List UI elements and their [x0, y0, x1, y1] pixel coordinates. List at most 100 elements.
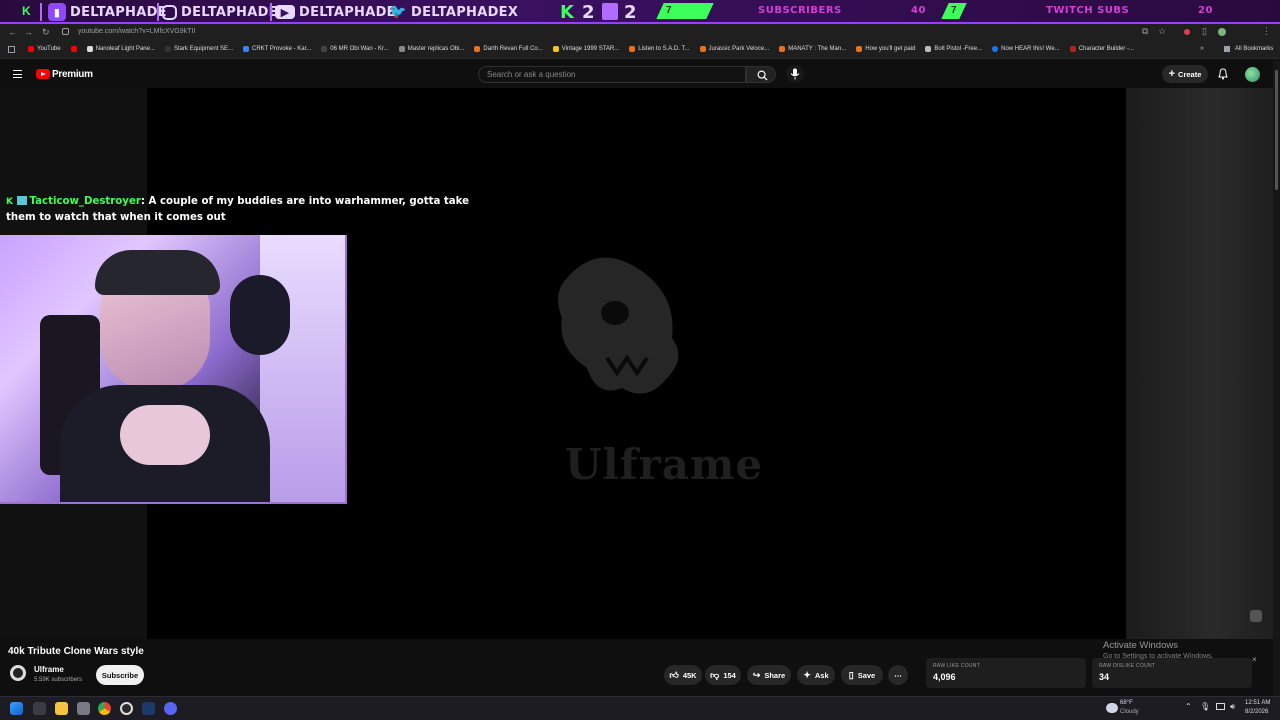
bookmark-item[interactable]: [70, 46, 77, 52]
bookmark-item[interactable]: Stark Equipment SE...: [164, 46, 233, 52]
youtube-favicon-icon: [70, 46, 77, 52]
extensions-icon[interactable]: ⧉: [1142, 26, 1148, 37]
stream-overlay-banner: K ▮ DELTAPHADE DELTAPHADE ▶ DELTAPHADE 🐦…: [0, 0, 1280, 24]
bookmark-item[interactable]: Vintage 1999 STAR...: [552, 46, 619, 52]
save-button[interactable]: ▯ Save: [841, 665, 883, 685]
chat-username: Tacticow_Destroyer: [29, 196, 141, 207]
chrome-icon[interactable]: [98, 702, 111, 715]
activate-windows-subtitle: Go to Settings to activate Windows.: [1103, 653, 1214, 660]
voice-search-button[interactable]: [786, 65, 804, 83]
scrollbar[interactable]: [1273, 60, 1280, 696]
like-button[interactable]: 👍︎ 45K: [664, 665, 702, 685]
raw-like-value: 4,096: [933, 672, 956, 682]
more-bookmarks-icon[interactable]: »: [1200, 45, 1204, 52]
raw-dislike-value: 34: [1099, 672, 1110, 682]
youtube-premium-logo[interactable]: Premium: [52, 69, 93, 80]
obs-icon[interactable]: [120, 702, 133, 715]
subscribe-button[interactable]: Subscribe: [96, 665, 144, 685]
volume-icon[interactable]: 🔊︎: [1230, 702, 1235, 712]
notifications-bell-icon[interactable]: [1218, 68, 1228, 80]
bookmark-label: How you'll get paid: [865, 46, 916, 52]
file-explorer-icon[interactable]: [55, 702, 68, 715]
discord-icon[interactable]: [164, 702, 177, 715]
taskbar-app-icon[interactable]: [77, 702, 90, 715]
create-button[interactable]: + Create: [1162, 65, 1208, 83]
reload-icon[interactable]: ↻: [42, 27, 50, 38]
forward-icon[interactable]: →: [24, 27, 33, 37]
dislike-button[interactable]: 👎︎ 154: [705, 665, 741, 685]
twitch-handle: ▮ DELTAPHADE: [48, 2, 167, 22]
clock-date[interactable]: 8/2/2026: [1245, 709, 1268, 715]
apps-icon[interactable]: [8, 46, 15, 53]
create-label: Create: [1178, 69, 1202, 79]
all-bookmarks-link[interactable]: All Bookmarks: [1235, 46, 1273, 52]
streamer-webcam: [0, 235, 347, 504]
task-view-icon[interactable]: [33, 702, 46, 715]
bookmark-favicon-icon: [398, 46, 405, 52]
raw-like-card: RAW LIKE COUNT 4,096: [926, 658, 1086, 688]
bookmark-favicon-icon: [552, 46, 559, 52]
bookmark-label: Bolt Pistol -Free...: [934, 46, 983, 52]
windows-start-icon[interactable]: [10, 702, 23, 715]
bookmark-item[interactable]: CRKT Provoke - Kar...: [243, 46, 311, 52]
weather-desc: Cloudy: [1120, 709, 1139, 715]
side-panel-icon[interactable]: ▯: [1202, 26, 1207, 37]
bookmark-star-icon[interactable]: ☆: [1158, 26, 1166, 37]
channel-name[interactable]: Ulframe: [34, 665, 64, 674]
profile-icon[interactable]: [1218, 28, 1226, 36]
bookmark-favicon-icon: [779, 46, 786, 52]
menu-kebab-icon[interactable]: ⋮: [1262, 26, 1271, 37]
more-actions-button[interactable]: ⋯: [888, 665, 908, 685]
bookmark-item[interactable]: Jurassic Park Veloce...: [699, 46, 769, 52]
youtube-logo-icon[interactable]: [36, 69, 50, 79]
address-bar: ← → ↻ youtube.com/watch?v=LMfcXVG9kTII ⧉…: [0, 24, 1280, 40]
subscribers-count: 7: [666, 5, 672, 16]
bookmark-item[interactable]: Master replicas Obi...: [398, 46, 465, 52]
instagram-icon: [162, 4, 177, 20]
bookmark-label: Master replicas Obi...: [407, 46, 465, 52]
steam-icon[interactable]: [142, 702, 155, 715]
bookmark-item[interactable]: YouTube: [28, 46, 61, 52]
share-button[interactable]: ↪ Share: [747, 665, 791, 685]
url-text[interactable]: youtube.com/watch?v=LMfcXVG9kTII: [78, 28, 195, 35]
twitter-icon: 🐦: [389, 4, 407, 20]
bookmark-item[interactable]: How you'll get paid: [856, 46, 915, 52]
dislike-count: 154: [723, 670, 736, 680]
close-icon[interactable]: ×: [1252, 655, 1257, 664]
bookmark-item[interactable]: Listen to S.A.D. T...: [629, 46, 690, 52]
bookmark-item[interactable]: Darth Revan Full Co...: [474, 46, 543, 52]
bookmark-item[interactable]: Now HEAR this! We...: [992, 46, 1060, 52]
search-button[interactable]: [746, 66, 776, 83]
subscribers-goal: 40: [911, 5, 926, 16]
bookmark-item[interactable]: Bolt Pistol -Free...: [925, 46, 982, 52]
chat-badge-icon: [16, 196, 27, 205]
search-icon: [757, 70, 768, 81]
bookmark-item[interactable]: Character Builder -...: [1069, 46, 1135, 52]
clock-time[interactable]: 12:51 AM: [1245, 700, 1270, 706]
raw-dislike-card: RAW DISLIKE COUNT 34: [1092, 658, 1252, 688]
youtube-handle: ▶ DELTAPHADE: [275, 2, 396, 22]
hamburger-menu-icon[interactable]: [13, 70, 22, 78]
raw-dislike-label: RAW DISLIKE COUNT: [1099, 663, 1156, 669]
bookmark-favicon-icon: [474, 46, 481, 52]
site-info-icon[interactable]: [62, 28, 69, 35]
plus-icon: +: [1168, 68, 1176, 80]
bookmark-item[interactable]: MANATY : The Man...: [779, 46, 846, 52]
cursor-hand-icon: [1250, 610, 1262, 622]
twitter-handle: 🐦 DELTAPHADEX: [389, 2, 518, 22]
back-icon[interactable]: ←: [8, 27, 17, 37]
avatar[interactable]: [1245, 67, 1260, 82]
channel-avatar[interactable]: [10, 665, 26, 681]
ask-button[interactable]: ✦ Ask: [797, 665, 835, 685]
bookmark-item[interactable]: Nanoleaf Light Pane...: [86, 46, 155, 52]
tray-chevron-icon[interactable]: ⌃: [1185, 702, 1192, 711]
more-horizontal-icon: ⋯: [894, 670, 902, 680]
scrollbar-thumb[interactable]: [1275, 70, 1278, 190]
network-icon[interactable]: [1216, 703, 1225, 710]
bookmark-item[interactable]: 06 MR Obi Wan - Kr...: [321, 46, 389, 52]
bookmark-label: YouTube: [37, 46, 61, 52]
tray-mic-icon[interactable]: 🎙︎: [1200, 702, 1210, 711]
ask-label: Ask: [814, 670, 829, 680]
bookmark-label: Character Builder -...: [1078, 46, 1135, 52]
search-input[interactable]: Search or ask a question: [478, 66, 746, 83]
